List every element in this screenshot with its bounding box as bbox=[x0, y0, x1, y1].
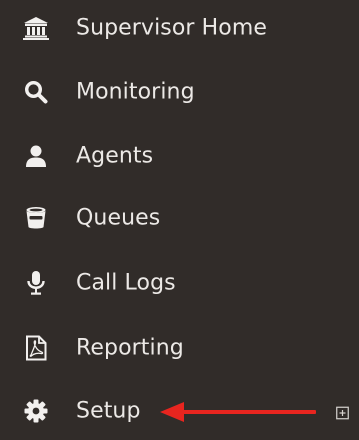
menu-item-call-logs[interactable]: Call Logs bbox=[0, 253, 359, 313]
menu-item-label: Supervisor Home bbox=[76, 15, 268, 41]
menu-item-supervisor-home[interactable]: Supervisor Home bbox=[0, 0, 359, 58]
red-arrow-icon bbox=[160, 402, 316, 422]
menu-item-label: Setup bbox=[76, 398, 141, 424]
menu-item-label: Agents bbox=[76, 143, 154, 169]
pdf-file-icon bbox=[22, 334, 50, 362]
search-icon bbox=[22, 78, 50, 106]
menu-item-reporting[interactable]: Reporting bbox=[0, 318, 359, 378]
bucket-icon bbox=[22, 204, 50, 232]
gear-icon bbox=[22, 397, 50, 425]
plus-square-icon[interactable] bbox=[336, 405, 349, 420]
menu-item-queues[interactable]: Queues bbox=[0, 188, 359, 248]
menu-item-label: Reporting bbox=[76, 335, 184, 361]
navigation-sidebar: Supervisor Home Monitoring Agents Queues… bbox=[0, 0, 359, 440]
menu-item-label: Call Logs bbox=[76, 270, 176, 296]
menu-item-label: Monitoring bbox=[76, 79, 195, 105]
microphone-icon bbox=[22, 269, 50, 297]
bank-icon bbox=[22, 14, 50, 42]
menu-item-label: Queues bbox=[76, 205, 161, 231]
menu-item-agents[interactable]: Agents bbox=[0, 126, 359, 186]
menu-item-monitoring[interactable]: Monitoring bbox=[0, 62, 359, 122]
user-icon bbox=[22, 142, 50, 170]
